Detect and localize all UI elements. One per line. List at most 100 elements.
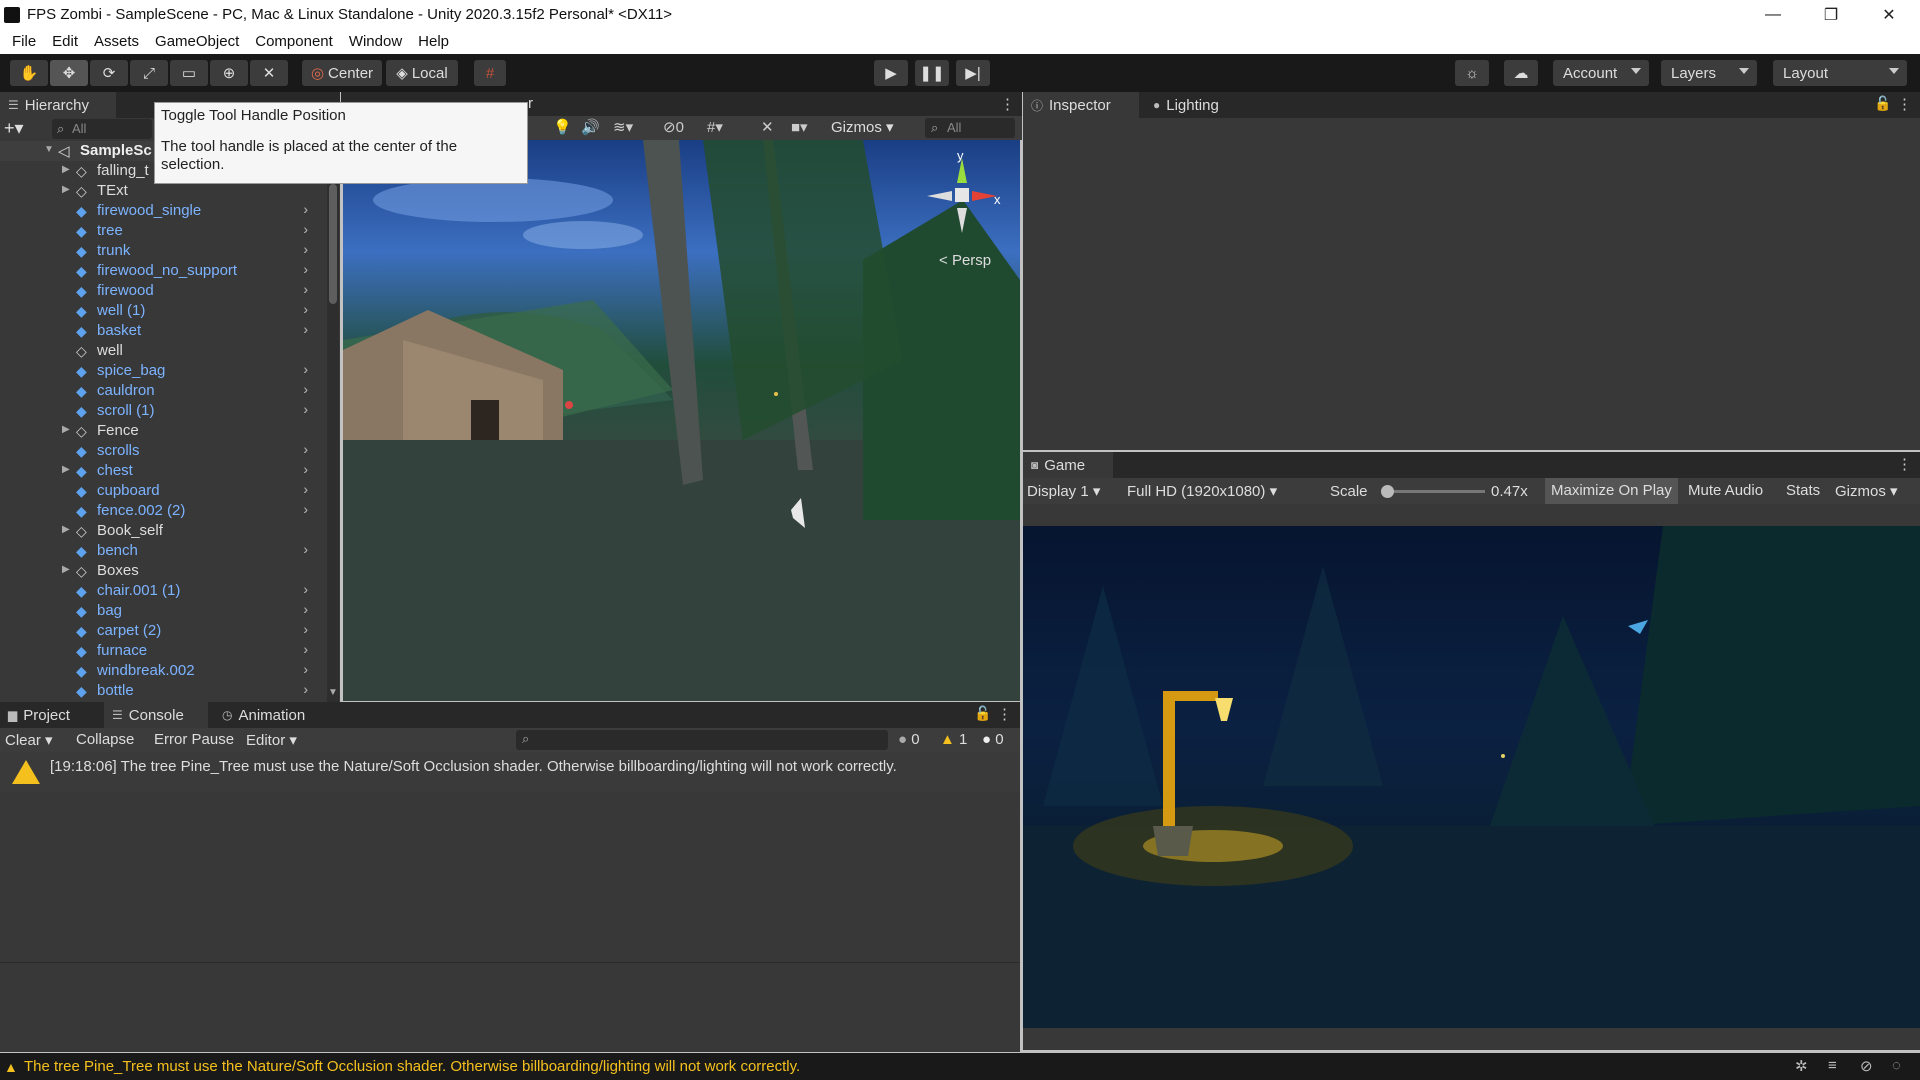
scale-slider[interactable] — [1381, 485, 1485, 498]
layout-dropdown[interactable]: Layout — [1773, 60, 1907, 86]
lock-icon[interactable]: 🔓 — [1874, 95, 1891, 112]
network-icon[interactable]: ⊘ — [1860, 1057, 1873, 1075]
menu-file[interactable]: File — [4, 33, 44, 50]
pivot-center-button[interactable]: ◎ Center — [302, 60, 382, 86]
hierarchy-search-input[interactable]: ⌕ All — [52, 119, 152, 139]
expand-arrow-icon[interactable]: ▶ — [62, 564, 70, 575]
chevron-right-icon[interactable]: › — [303, 541, 308, 557]
status-message[interactable]: The tree Pine_Tree must use the Nature/S… — [24, 1058, 800, 1075]
hierarchy-item[interactable]: ◆ firewood_single › — [0, 201, 330, 221]
kebab-menu-icon[interactable]: ⋮ — [1897, 95, 1912, 113]
game-view[interactable] — [1023, 526, 1920, 1028]
chevron-right-icon[interactable]: › — [303, 661, 308, 677]
step-button[interactable]: ▶| — [956, 60, 990, 86]
hierarchy-item[interactable]: ◆ windbreak.002 › — [0, 661, 330, 681]
cloud-icon[interactable]: ☁ — [1504, 60, 1538, 86]
layers-dropdown[interactable]: Layers — [1661, 60, 1757, 86]
rect-tool-icon[interactable]: ▭ — [170, 60, 208, 86]
kebab-menu-icon[interactable]: ⋮ — [1000, 95, 1015, 113]
hierarchy-item[interactable]: ◆ cauldron › — [0, 381, 330, 401]
light-icon[interactable]: 💡 — [553, 118, 572, 136]
hierarchy-item[interactable]: ◆ scrolls › — [0, 441, 330, 461]
hierarchy-item[interactable]: ◆ basket › — [0, 321, 330, 341]
tools-icon[interactable]: ✕ — [761, 118, 774, 136]
mute-audio-toggle[interactable]: Mute Audio — [1688, 482, 1763, 499]
close-button[interactable]: ✕ — [1860, 0, 1918, 29]
scroll-down-icon[interactable]: ▼ — [328, 687, 338, 698]
hierarchy-item[interactable]: ▶ ◆ chest › — [0, 461, 330, 481]
tab-console[interactable]: ☰ Console — [104, 702, 208, 728]
hierarchy-item[interactable]: ◆ furnace › — [0, 641, 330, 661]
chevron-right-icon[interactable]: › — [303, 281, 308, 297]
hierarchy-item[interactable]: ◆ bench › — [0, 541, 330, 561]
game-gizmos-button[interactable]: Gizmos ▾ — [1835, 482, 1898, 500]
add-object-button[interactable]: +▾ — [4, 118, 40, 140]
hand-tool-icon[interactable]: ✋ — [10, 60, 48, 86]
chevron-right-icon[interactable]: › — [303, 381, 308, 397]
expand-arrow-icon[interactable]: ▶ — [62, 464, 70, 475]
hierarchy-item[interactable]: ◆ firewood_no_support › — [0, 261, 330, 281]
expand-arrow-icon[interactable]: ▶ — [62, 164, 70, 175]
scene-tab-partial[interactable]: r — [528, 95, 533, 112]
chevron-right-icon[interactable]: › — [303, 201, 308, 217]
grid-snap-icon[interactable]: # — [474, 60, 506, 86]
scale-tool-icon[interactable]: ⤢ — [130, 60, 168, 86]
tab-hierarchy[interactable]: ☰ Hierarchy — [0, 92, 116, 118]
stack-icon[interactable]: ≡ — [1828, 1057, 1837, 1074]
rotate-tool-icon[interactable]: ⟳ — [90, 60, 128, 86]
hierarchy-item[interactable]: ▶ ◇ Fence — [0, 421, 330, 441]
kebab-menu-icon[interactable]: ⋮ — [997, 705, 1012, 723]
play-button[interactable]: ▶ — [874, 60, 908, 86]
restore-button[interactable]: ❐ — [1802, 0, 1860, 29]
chevron-right-icon[interactable]: › — [303, 261, 308, 277]
hierarchy-item[interactable]: ◆ scroll (1) › — [0, 401, 330, 421]
grid-icon[interactable]: #▾ — [707, 118, 723, 136]
scene-search-input[interactable]: ⌕ All — [925, 118, 1015, 138]
pause-button[interactable]: ❚❚ — [915, 60, 949, 86]
hierarchy-item[interactable]: ▶ ◇ Boxes — [0, 561, 330, 581]
pivot-local-button[interactable]: ◈ Local — [386, 60, 458, 86]
tab-project[interactable]: ▆ Project — [0, 702, 100, 728]
chevron-right-icon[interactable]: › — [303, 641, 308, 657]
warning-filter-toggle[interactable]: ▲ 1 — [940, 731, 967, 748]
chevron-right-icon[interactable]: › — [303, 481, 308, 497]
error-filter-toggle[interactable]: ● 0 — [982, 731, 1004, 748]
custom-tool-icon[interactable]: ✕ — [250, 60, 288, 86]
menu-assets[interactable]: Assets — [86, 33, 147, 50]
expand-arrow-icon[interactable]: ▶ — [62, 524, 70, 535]
stats-toggle[interactable]: Stats — [1786, 482, 1820, 499]
menu-component[interactable]: Component — [247, 33, 341, 50]
scrollbar-thumb[interactable] — [329, 184, 337, 304]
chevron-right-icon[interactable]: › — [303, 581, 308, 597]
chevron-right-icon[interactable]: › — [303, 681, 308, 697]
hierarchy-scrollbar[interactable]: ▼ — [327, 140, 339, 702]
hierarchy-item[interactable]: ◆ chair.001 (1) › — [0, 581, 330, 601]
chevron-right-icon[interactable]: › — [303, 361, 308, 377]
audio-icon[interactable]: 🔊 — [581, 118, 600, 136]
resolution-dropdown[interactable]: Full HD (1920x1080) ▾ — [1127, 482, 1277, 500]
hierarchy-item[interactable]: ◆ well (1) › — [0, 301, 330, 321]
scene-gizmos-button[interactable]: Gizmos ▾ — [831, 118, 894, 136]
hierarchy-item[interactable]: ◆ cupboard › — [0, 481, 330, 501]
info-filter-toggle[interactable]: ● 0 — [898, 731, 920, 748]
chevron-right-icon[interactable]: › — [303, 221, 308, 237]
scene-view[interactable]: y x < Persp — [343, 140, 1020, 701]
chevron-right-icon[interactable]: › — [303, 441, 308, 457]
persp-label[interactable]: < Persp — [939, 252, 991, 269]
lock-icon[interactable]: 🔓 — [974, 705, 991, 722]
hierarchy-item[interactable]: ◆ fence.002 (2) › — [0, 501, 330, 521]
maximize-on-play-toggle[interactable]: Maximize On Play — [1545, 478, 1678, 504]
chevron-right-icon[interactable]: › — [303, 301, 308, 317]
display-dropdown[interactable]: Display 1 ▾ — [1027, 482, 1100, 500]
hierarchy-item[interactable]: ◆ tree › — [0, 221, 330, 241]
console-message[interactable]: [19:18:06] The tree Pine_Tree must use t… — [0, 752, 1020, 792]
chevron-right-icon[interactable]: › — [303, 401, 308, 417]
hierarchy-item[interactable]: ◇ well — [0, 341, 330, 361]
menu-edit[interactable]: Edit — [44, 33, 86, 50]
hierarchy-item[interactable]: ◆ bag › — [0, 601, 330, 621]
tab-game[interactable]: ◙ Game — [1023, 452, 1113, 478]
expand-arrow-icon[interactable]: ▶ — [62, 184, 70, 195]
tab-inspector[interactable]: ⓘ Inspector — [1023, 92, 1139, 118]
camera-icon[interactable]: ■▾ — [791, 118, 808, 136]
kebab-menu-icon[interactable]: ⋮ — [1897, 455, 1912, 473]
